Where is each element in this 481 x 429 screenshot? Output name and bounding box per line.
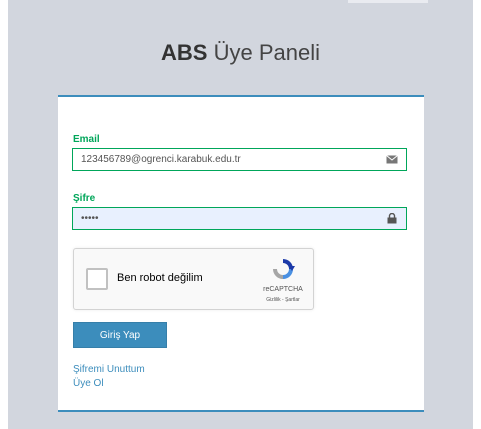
login-logo: ABS Üye Paneli xyxy=(0,40,481,66)
envelope-icon xyxy=(386,155,398,164)
register-link[interactable]: Üye Ol xyxy=(73,378,104,389)
password-field[interactable] xyxy=(73,208,371,229)
password-label: Şifre xyxy=(73,193,96,204)
recaptcha-terms-link[interactable]: Gizlilik - Şartlar xyxy=(257,297,309,303)
email-field[interactable] xyxy=(73,149,371,170)
password-field-wrapper xyxy=(72,207,407,230)
email-label: Email xyxy=(73,134,100,145)
recaptcha-brand: reCAPTCHA xyxy=(263,286,303,293)
recaptcha-logo-icon xyxy=(273,259,295,279)
recaptcha-widget: Ben robot değilim reCAPTCHA Gizlilik - Ş… xyxy=(73,248,314,310)
forgot-password-link[interactable]: Şifremi Unuttum xyxy=(73,364,145,375)
lock-icon xyxy=(387,213,397,224)
logo-bold: ABS xyxy=(161,40,208,65)
email-field-wrapper xyxy=(72,148,407,171)
recaptcha-label: Ben robot değilim xyxy=(117,272,203,284)
top-strip xyxy=(348,0,428,3)
login-button[interactable]: Giriş Yap xyxy=(73,322,167,348)
logo-text: Üye Paneli xyxy=(207,40,320,65)
recaptcha-checkbox[interactable] xyxy=(86,268,108,290)
